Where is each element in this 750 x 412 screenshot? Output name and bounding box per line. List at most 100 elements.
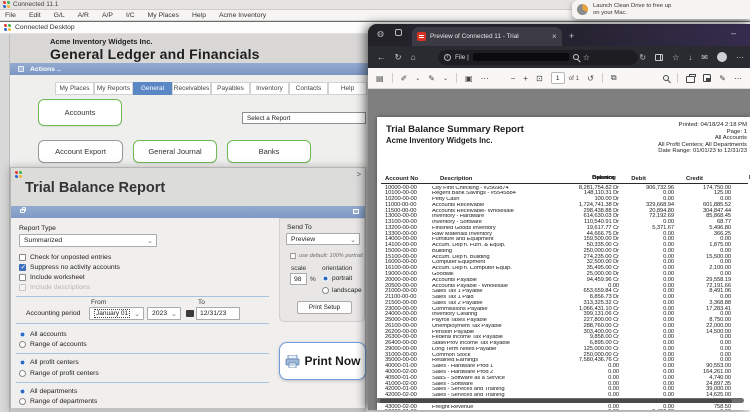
- favorites-icon[interactable]: ☆: [672, 53, 679, 62]
- info-icon[interactable]: i: [444, 53, 451, 61]
- from-year-dropdown[interactable]: 2023 ⌄: [147, 307, 181, 320]
- print-now-button[interactable]: Print Now: [279, 342, 366, 380]
- radio-button[interactable]: [322, 287, 329, 294]
- portrait-radio-row[interactable]: portrait: [322, 275, 352, 282]
- chevron-down-icon[interactable]: ⌄: [415, 75, 420, 82]
- new-tab-button[interactable]: +: [569, 31, 574, 41]
- radio-button[interactable]: [19, 330, 26, 338]
- menu-item[interactable]: A/P: [102, 12, 113, 19]
- more-icon[interactable]: ⋯: [736, 53, 744, 62]
- tab[interactable]: Payables: [211, 82, 250, 95]
- horizontal-scrollbar[interactable]: [376, 398, 744, 403]
- menu-item[interactable]: File: [5, 12, 16, 19]
- minimize-icon[interactable]: –: [731, 28, 736, 38]
- to-date-field[interactable]: 12/31/23: [196, 307, 240, 320]
- reload-icon[interactable]: ↻: [395, 52, 402, 63]
- favorite-star-icon[interactable]: ☆: [583, 53, 590, 62]
- radio-button[interactable]: [19, 359, 26, 367]
- tab[interactable]: My Reports: [94, 82, 133, 95]
- zoom-out-icon[interactable]: −: [511, 74, 516, 83]
- print-icon[interactable]: [686, 73, 696, 83]
- radio-button[interactable]: [19, 398, 26, 406]
- scrollbar-thumb[interactable]: [380, 398, 732, 403]
- checkbox[interactable]: [19, 273, 26, 281]
- close-tab-icon[interactable]: ×: [552, 32, 557, 41]
- address-bar[interactable]: i File | ☆: [438, 49, 638, 65]
- browser-tab[interactable]: Preview of Connected 11 - Trial ×: [412, 27, 562, 46]
- chevron-right-icon[interactable]: >: [356, 170, 361, 179]
- tab[interactable]: My Places: [55, 82, 94, 95]
- workspaces-icon[interactable]: ◍: [377, 29, 384, 38]
- page-view-icon[interactable]: ⧉: [611, 73, 617, 83]
- left-scroll-gutter[interactable]: [0, 34, 10, 412]
- report-type-dropdown[interactable]: Summarized ⌄: [19, 234, 157, 247]
- menu-item[interactable]: Acme Inventory: [219, 12, 266, 19]
- checkbox[interactable]: [19, 283, 26, 291]
- landscape-radio-row[interactable]: landscape: [322, 287, 362, 294]
- radio-button[interactable]: [322, 275, 329, 282]
- tab[interactable]: Inventory: [250, 82, 289, 95]
- zoom-in-icon[interactable]: +: [523, 74, 528, 83]
- accounts-button[interactable]: Accounts: [38, 99, 122, 126]
- menu-item[interactable]: I/C: [126, 12, 135, 19]
- checkbox-row[interactable]: Suppress no activity accounts: [19, 262, 120, 272]
- rotate-icon[interactable]: ↺: [587, 74, 594, 83]
- radio-row[interactable]: All profit centers: [19, 358, 99, 369]
- back-icon[interactable]: ←: [377, 52, 386, 62]
- add-text-icon[interactable]: ▣: [465, 74, 473, 83]
- home-icon[interactable]: ⌂: [411, 52, 416, 62]
- radio-row[interactable]: Range of profit centers: [19, 368, 99, 379]
- checkbox[interactable]: [19, 253, 26, 261]
- use-default-checkbox-row[interactable]: use default: 100% portrait: [290, 253, 363, 259]
- checkbox[interactable]: [19, 263, 26, 271]
- save-icon[interactable]: [703, 74, 712, 82]
- radio-row[interactable]: Range of departments: [19, 397, 99, 408]
- radio-row[interactable]: Range of accounts: [19, 340, 99, 351]
- radio-button[interactable]: [19, 341, 26, 349]
- from-month-dropdown[interactable]: January 01 ⌄: [89, 307, 144, 320]
- select-report-dropdown[interactable]: Select a Report: [242, 112, 366, 124]
- window-restore-icon[interactable]: [353, 209, 359, 214]
- more-tools-icon[interactable]: ⋯: [481, 74, 489, 83]
- download-icon[interactable]: ↓: [688, 53, 692, 62]
- tab[interactable]: Contacts: [289, 82, 328, 95]
- checkbox[interactable]: [290, 253, 296, 259]
- draw-pen-icon[interactable]: ✎: [428, 74, 435, 83]
- zoom-icon[interactable]: [572, 54, 579, 60]
- tab-actions-icon[interactable]: [395, 29, 402, 36]
- menu-item[interactable]: G/L: [54, 12, 65, 19]
- checkbox-row[interactable]: Check for unposted entries: [19, 252, 120, 262]
- chevron-down-icon[interactable]: ⌄: [443, 75, 448, 82]
- tab[interactable]: Help: [328, 82, 367, 95]
- account-export-button[interactable]: Account Export: [38, 140, 123, 163]
- scale-field[interactable]: 98: [290, 273, 307, 285]
- radio-button[interactable]: [19, 369, 26, 377]
- history-icon[interactable]: ↻: [639, 53, 646, 62]
- radio-row[interactable]: All departments: [19, 386, 99, 397]
- page-number-input[interactable]: 1: [550, 72, 565, 84]
- general-journal-button[interactable]: General Journal: [133, 140, 217, 163]
- menu-item[interactable]: Edit: [29, 12, 41, 19]
- menu-item[interactable]: My Places: [148, 12, 179, 19]
- sidebar-toggle-icon[interactable]: ▤: [376, 74, 384, 83]
- banks-button[interactable]: Banks: [227, 140, 311, 163]
- search-icon[interactable]: [663, 75, 670, 81]
- fit-page-icon[interactable]: ⊡: [536, 74, 543, 83]
- calendar-icon[interactable]: [186, 310, 194, 317]
- send-to-dropdown[interactable]: Preview ⌄: [286, 233, 360, 245]
- checkbox-row[interactable]: Include worksheet: [19, 272, 120, 282]
- more-icon[interactable]: ⋯: [734, 74, 742, 83]
- system-notification[interactable]: Launch Clean Drive to free up on your Ma…: [572, 0, 750, 19]
- edit-icon[interactable]: ✎: [719, 74, 726, 83]
- tab[interactable]: General: [133, 82, 172, 95]
- print-setup-button[interactable]: Print Setup: [297, 301, 352, 314]
- radio-row[interactable]: All accounts: [19, 329, 99, 340]
- menu-item[interactable]: Help: [192, 12, 206, 19]
- menu-item[interactable]: A/R: [78, 12, 89, 19]
- tab[interactable]: Receivables: [172, 82, 211, 95]
- checkbox-row[interactable]: Include descriptions: [19, 282, 120, 292]
- share-icon[interactable]: ✉: [701, 53, 708, 62]
- radio-button[interactable]: [19, 387, 26, 395]
- split-screen-icon[interactable]: [655, 53, 664, 61]
- highlighter-icon[interactable]: ✐: [401, 74, 408, 83]
